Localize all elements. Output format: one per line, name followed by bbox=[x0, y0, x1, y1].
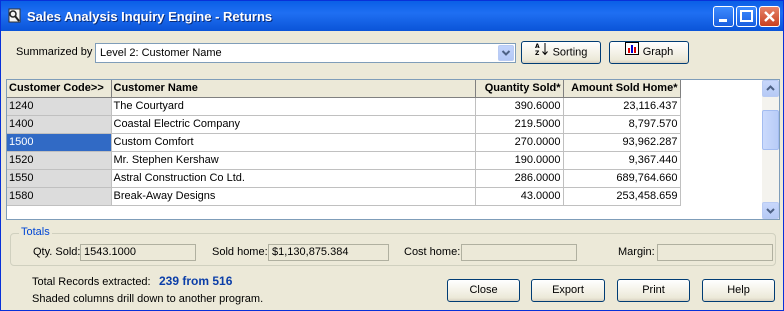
vertical-scrollbar[interactable] bbox=[762, 80, 779, 219]
minimize-icon bbox=[719, 19, 727, 22]
close-icon bbox=[764, 11, 775, 22]
chevron-down-icon bbox=[766, 208, 775, 214]
customer-name-cell: Custom Comfort bbox=[111, 133, 476, 152]
records-label: Total Records extracted: bbox=[32, 276, 151, 288]
table-row[interactable]: 1240 The Courtyard 390.6000 23,116.437 bbox=[7, 97, 681, 116]
customer-code-cell[interactable]: 1520 bbox=[7, 151, 112, 170]
title-bar[interactable]: Sales Analysis Inquiry Engine - Returns bbox=[1, 1, 783, 31]
cost-home-field bbox=[461, 244, 577, 261]
customer-name-cell: Astral Construction Co Ltd. bbox=[111, 169, 476, 188]
quantity-sold-cell: 286.0000 bbox=[475, 169, 564, 188]
column-header-customer-code[interactable]: Customer Code>> bbox=[7, 80, 112, 98]
export-button[interactable]: Export bbox=[531, 279, 605, 302]
column-header-quantity-sold[interactable]: Quantity Sold* bbox=[475, 80, 564, 98]
table-row[interactable]: 1550 Astral Construction Co Ltd. 286.0000 6… bbox=[7, 169, 681, 188]
customer-code-cell[interactable]: 1500 bbox=[7, 133, 112, 152]
graph-label: Graph bbox=[642, 46, 674, 58]
customer-code-cell[interactable]: 1240 bbox=[7, 97, 112, 116]
summarized-by-value: Level 2: Customer Name bbox=[100, 47, 222, 59]
dropdown-button[interactable] bbox=[498, 45, 514, 61]
customer-name-cell: Mr. Stephen Kershaw bbox=[111, 151, 476, 170]
customer-name-cell: The Courtyard bbox=[111, 97, 476, 116]
column-header-customer-name[interactable]: Customer Name bbox=[111, 80, 476, 98]
table-row[interactable]: 1500 Custom Comfort 270.0000 93,962.287 bbox=[7, 133, 681, 152]
amount-sold-cell: 93,962.287 bbox=[563, 133, 681, 152]
results-table: Customer Code>> Customer Name Quantity S… bbox=[7, 80, 681, 206]
qty-sold-label: Qty. Sold: bbox=[33, 246, 81, 258]
summarized-by-label: Summarized by bbox=[16, 46, 93, 58]
table-row[interactable]: 1580 Break-Away Designs 43.0000 253,458.659 bbox=[7, 187, 681, 206]
records-count: 239 from 516 bbox=[159, 274, 233, 288]
scroll-up-button[interactable] bbox=[762, 80, 779, 97]
quantity-sold-cell: 190.0000 bbox=[475, 151, 564, 170]
main-window: Sales Analysis Inquiry Engine - Returns … bbox=[0, 0, 784, 311]
scroll-down-button[interactable] bbox=[762, 202, 779, 219]
customer-name-cell: Coastal Electric Company bbox=[111, 115, 476, 134]
svg-text:A: A bbox=[535, 43, 540, 50]
customer-code-cell[interactable]: 1550 bbox=[7, 169, 112, 188]
qty-sold-field: 1543.1000 bbox=[80, 244, 196, 261]
amount-sold-cell: 23,116.437 bbox=[563, 97, 681, 116]
quantity-sold-cell: 219.5000 bbox=[475, 115, 564, 134]
customer-name-cell: Break-Away Designs bbox=[111, 187, 476, 206]
sorting-button[interactable]: AZ Sorting bbox=[521, 41, 601, 64]
svg-text:Z: Z bbox=[535, 50, 540, 56]
close-button[interactable]: Close bbox=[447, 279, 520, 302]
amount-sold-cell: 8,797.570 bbox=[563, 115, 681, 134]
sorting-label: Sorting bbox=[552, 46, 588, 59]
amount-sold-cell: 253,458.659 bbox=[563, 187, 681, 206]
print-button[interactable]: Print bbox=[617, 279, 690, 302]
minimize-button[interactable] bbox=[713, 6, 734, 27]
graph-icon bbox=[624, 42, 639, 63]
totals-legend: Totals bbox=[19, 226, 52, 238]
close-window-button[interactable] bbox=[759, 6, 780, 27]
sold-home-field: $1,130,875.384 bbox=[268, 244, 389, 261]
sort-az-icon: AZ bbox=[535, 42, 549, 64]
customer-code-cell[interactable]: 1400 bbox=[7, 115, 112, 134]
quantity-sold-cell: 390.6000 bbox=[475, 97, 564, 116]
cost-home-label: Cost home: bbox=[404, 246, 461, 258]
table-row[interactable]: 1400 Coastal Electric Company 219.5000 8,79… bbox=[7, 115, 681, 134]
amount-sold-cell: 9,367.440 bbox=[563, 151, 681, 170]
scroll-thumb[interactable] bbox=[762, 110, 779, 150]
sold-home-label: Sold home: bbox=[212, 246, 268, 258]
amount-sold-cell: 689,764.660 bbox=[563, 169, 681, 188]
maximize-button[interactable] bbox=[736, 6, 757, 27]
quantity-sold-cell: 43.0000 bbox=[475, 187, 564, 206]
maximize-icon bbox=[740, 10, 753, 22]
help-button[interactable]: Help bbox=[702, 279, 775, 302]
column-header-amount-sold-home[interactable]: Amount Sold Home* bbox=[563, 80, 681, 98]
chevron-down-icon bbox=[501, 50, 511, 56]
customer-code-cell[interactable]: 1580 bbox=[7, 187, 112, 206]
summarized-by-select[interactable]: Level 2: Customer Name bbox=[95, 43, 516, 63]
graph-button[interactable]: Graph bbox=[609, 41, 689, 64]
app-icon bbox=[7, 8, 23, 24]
margin-label: Margin: bbox=[618, 246, 655, 258]
quantity-sold-cell: 270.0000 bbox=[475, 133, 564, 152]
chevron-up-icon bbox=[766, 85, 775, 91]
margin-field bbox=[657, 244, 773, 261]
drilldown-note: Shaded columns drill down to another pro… bbox=[32, 293, 264, 305]
table-row[interactable]: 1520 Mr. Stephen Kershaw 190.0000 9,367.440 bbox=[7, 151, 681, 170]
results-grid[interactable]: Customer Code>> Customer Name Quantity S… bbox=[6, 79, 780, 220]
window-title: Sales Analysis Inquiry Engine - Returns bbox=[27, 9, 273, 24]
